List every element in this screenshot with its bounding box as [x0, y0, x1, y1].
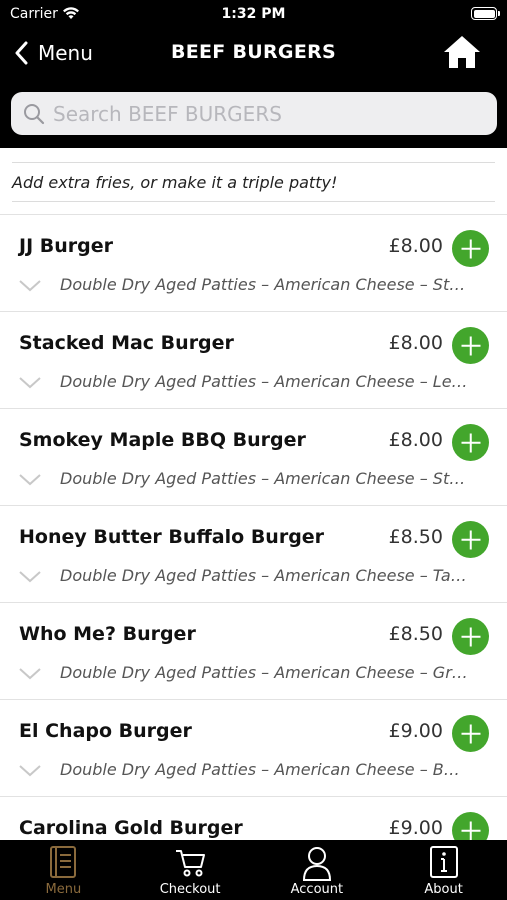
item-description: Double Dry Aged Patties – American Chees… [60, 663, 468, 682]
menu-item[interactable]: Who Me? Burger £8.50 Double Dry Aged Pat… [0, 603, 507, 700]
menu-item-list: JJ Burger £8.00 Double Dry Aged Patties … [0, 214, 507, 840]
item-name: Who Me? Burger [19, 623, 196, 645]
item-name: JJ Burger [19, 235, 113, 257]
item-description: Double Dry Aged Patties – American Chees… [60, 760, 460, 779]
menu-item[interactable]: Carolina Gold Burger £9.00 [0, 797, 507, 840]
chevron-down-icon[interactable] [18, 667, 42, 681]
menu-item[interactable]: Smokey Maple BBQ Burger £8.00 Double Dry… [0, 409, 507, 506]
tab-label: Checkout [159, 882, 221, 897]
item-name: Honey Butter Buffalo Burger [19, 526, 325, 548]
search-bar[interactable] [11, 92, 497, 135]
menu-item[interactable]: El Chapo Burger £9.00 Double Dry Aged Pa… [0, 700, 507, 797]
tab-about[interactable]: About [380, 840, 507, 900]
item-price: £8.00 [388, 235, 443, 257]
item-name: Stacked Mac Burger [19, 332, 234, 354]
item-description: Double Dry Aged Patties – American Chees… [60, 372, 468, 391]
tab-bar: Menu Checkout Account About [0, 840, 507, 900]
tab-label: Menu [45, 882, 82, 897]
add-item-button[interactable] [452, 715, 489, 752]
clock: 1:32 PM [221, 6, 286, 22]
page-title: BEEF BURGERS [170, 41, 337, 63]
tab-label: About [424, 882, 463, 897]
add-item-button[interactable] [452, 327, 489, 364]
item-name: Smokey Maple BBQ Burger [19, 429, 306, 451]
cart-icon [176, 850, 206, 877]
menu-item[interactable]: JJ Burger £8.00 Double Dry Aged Patties … [0, 215, 507, 312]
promo-text: Add extra fries, or make it a triple pat… [12, 172, 338, 192]
item-price: £8.50 [388, 526, 443, 548]
tab-checkout[interactable]: Checkout [127, 840, 254, 900]
item-description: Double Dry Aged Patties – American Chees… [60, 566, 467, 585]
add-item-button[interactable] [452, 230, 489, 267]
tab-account[interactable]: Account [254, 840, 381, 900]
home-button[interactable] [443, 34, 481, 70]
add-item-button[interactable] [452, 521, 489, 558]
item-name: Carolina Gold Burger [19, 817, 243, 839]
home-icon [444, 36, 480, 68]
add-item-button[interactable] [452, 618, 489, 655]
item-price: £8.00 [388, 429, 443, 451]
chevron-down-icon[interactable] [18, 279, 42, 293]
status-bar: Carrier 1:32 PM [0, 0, 507, 30]
user-icon [302, 847, 331, 881]
tab-label: Account [290, 882, 344, 897]
item-name: El Chapo Burger [19, 720, 192, 742]
tab-menu[interactable]: Menu [0, 840, 127, 900]
add-item-button[interactable] [452, 424, 489, 461]
menu-book-icon [50, 846, 77, 878]
menu-item[interactable]: Stacked Mac Burger £8.00 Double Dry Aged… [0, 312, 507, 409]
promo-note: Add extra fries, or make it a triple pat… [12, 162, 495, 202]
item-description: Double Dry Aged Patties – American Chees… [60, 469, 466, 488]
item-price: £8.50 [388, 623, 443, 645]
battery-icon [471, 7, 500, 20]
chevron-down-icon[interactable] [18, 473, 42, 487]
chevron-down-icon[interactable] [18, 764, 42, 778]
search-input[interactable] [53, 101, 473, 126]
menu-item[interactable]: Honey Butter Buffalo Burger £8.50 Double… [0, 506, 507, 603]
info-icon [429, 846, 458, 878]
navigation-bar: Menu BEEF BURGERS [0, 30, 507, 148]
chevron-down-icon[interactable] [18, 376, 42, 390]
item-description: Double Dry Aged Patties – American Chees… [60, 275, 466, 294]
search-icon [24, 103, 45, 124]
item-price: £8.00 [388, 332, 443, 354]
add-item-button[interactable] [452, 812, 489, 840]
chevron-down-icon[interactable] [18, 570, 42, 584]
item-price: £9.00 [388, 817, 443, 839]
item-price: £9.00 [388, 720, 443, 742]
